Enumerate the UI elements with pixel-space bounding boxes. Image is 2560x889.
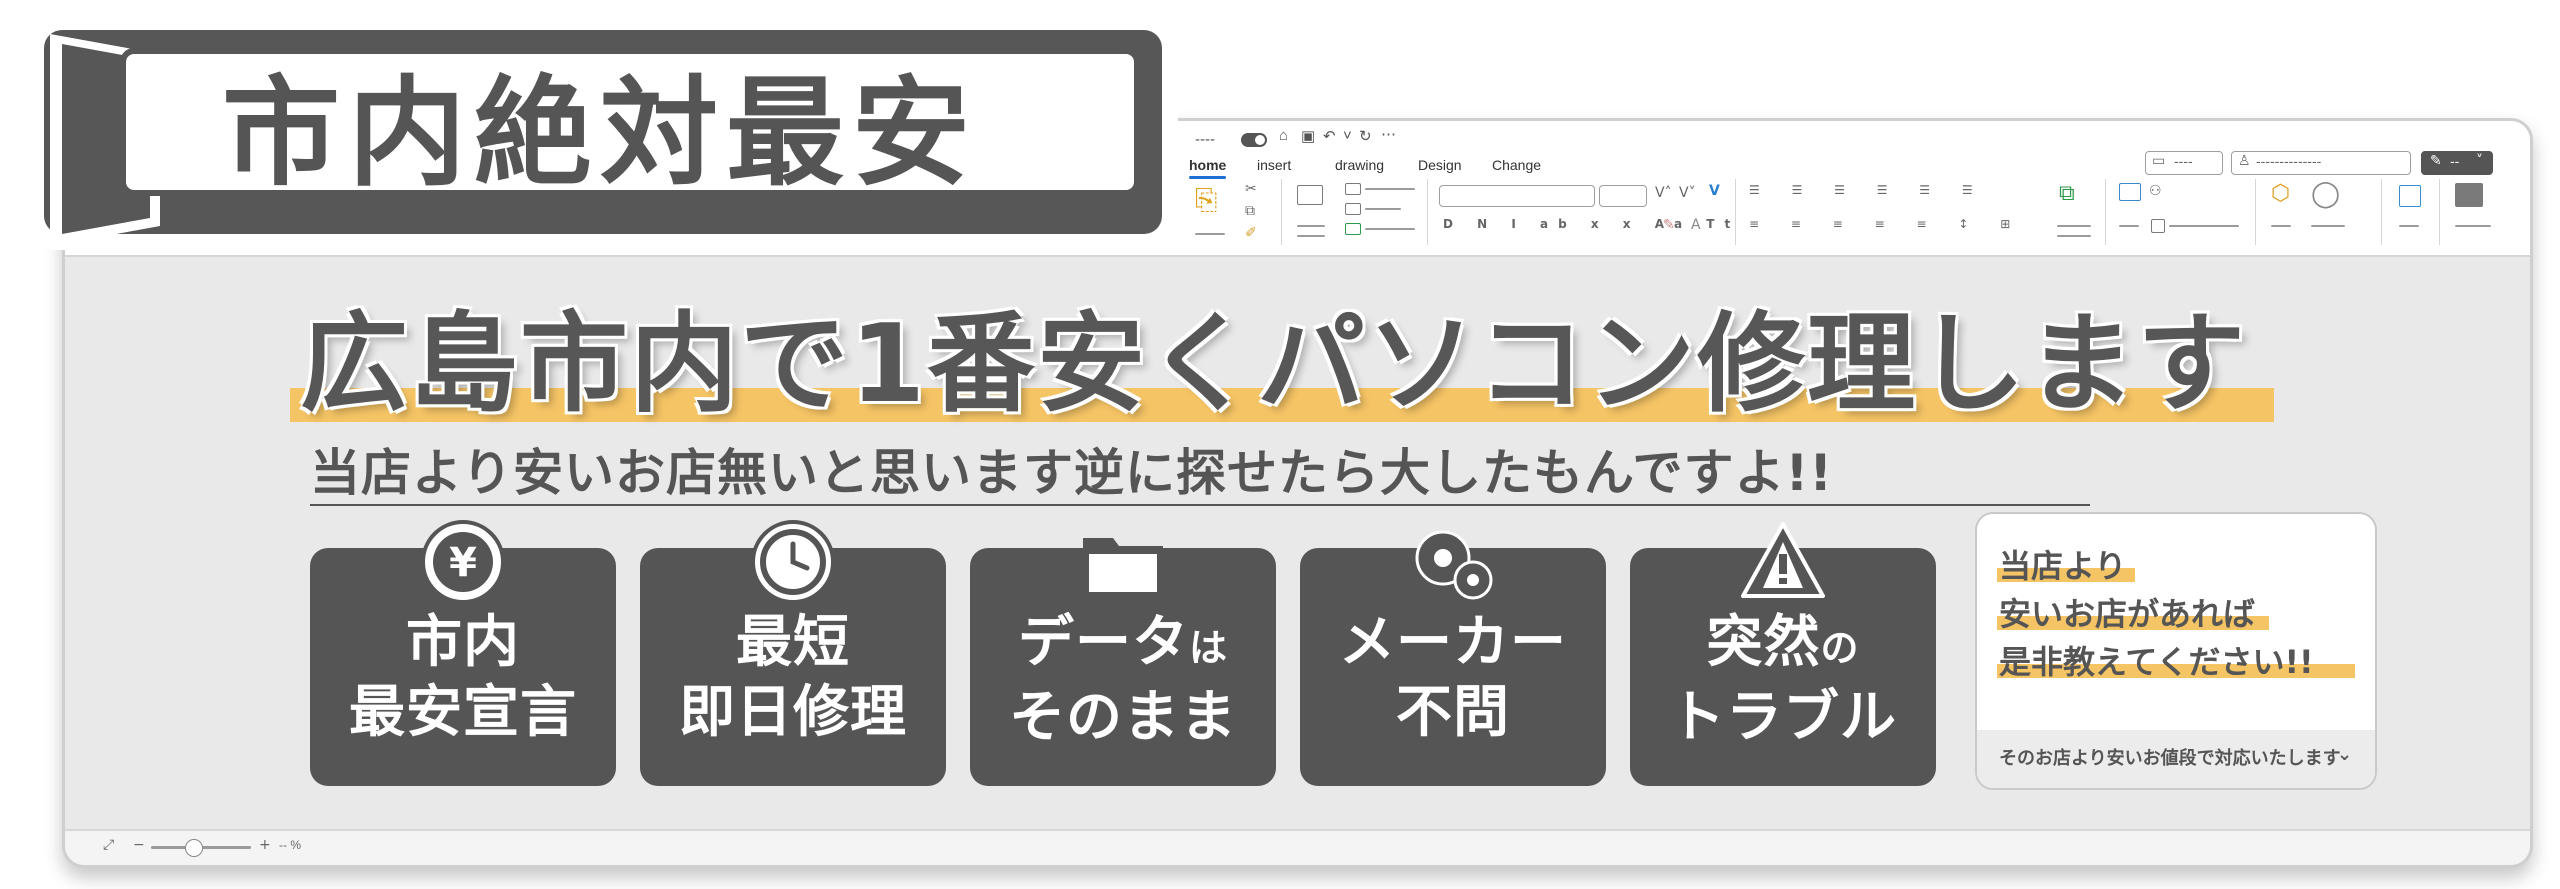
feature-card-same-day: 最短 即日修理	[640, 520, 946, 786]
zoom-out-button[interactable]: −	[133, 837, 145, 853]
font-grow-button[interactable]: V˄	[1655, 185, 1672, 201]
feature-card-label: 市内 最安宣言	[349, 610, 577, 745]
tab-insert[interactable]: insert	[1257, 157, 1291, 173]
share-field-label: --------------	[2256, 153, 2322, 169]
font-shrink-button[interactable]: V˅	[1679, 185, 1696, 201]
font-size-dropdown[interactable]	[1599, 185, 1647, 207]
feature-card-label: 最短 即日修理	[679, 610, 907, 745]
panel-line: 安いお店があれば	[1999, 595, 2256, 633]
format-painter-icon[interactable]: ✐	[1245, 225, 1257, 241]
feature-card-label: メーカー 不問	[1339, 610, 1567, 745]
status-bar: ⤢ − + -- %	[65, 829, 2530, 865]
yen-coin-icon: ¥	[421, 520, 505, 604]
home-icon[interactable]: ⌂	[1279, 127, 1288, 144]
shape-outline-icon[interactable]: ◯	[2311, 179, 2340, 209]
editing-button[interactable]: ✎ -- ˅	[2421, 151, 2493, 175]
folder-icon	[1083, 538, 1163, 598]
font-color-icon[interactable]: A	[1691, 217, 1701, 233]
share-field[interactable]: ♙ --------------	[2231, 151, 2411, 175]
panel-footer-text: そのお店より安いお値段で対応いたします	[1999, 748, 2341, 769]
editing-button-label: --	[2450, 153, 2460, 169]
subheadline-underline	[310, 504, 2090, 506]
feature-card-data-safe: データは そのまま	[970, 538, 1276, 786]
save-icon[interactable]: ▣	[1301, 127, 1315, 145]
add-ins-icon[interactable]	[2455, 183, 2483, 207]
feature-card-label: 突然の トラブル	[1669, 610, 1897, 750]
shapes-icon[interactable]: ⚇	[2149, 183, 2162, 199]
feature-card-lowest-price: ¥ 市内 最安宣言	[310, 520, 616, 786]
layout-icon[interactable]	[1345, 183, 1361, 195]
reset-icon[interactable]	[1345, 203, 1361, 215]
list-buttons[interactable]: ☰ ☰ ☰ ☰ ☰ ☰	[1749, 183, 1987, 197]
paste-icon[interactable]: ⎘	[1195, 183, 1217, 217]
tab-design[interactable]: Design	[1418, 157, 1462, 173]
tab-change[interactable]: Change	[1492, 157, 1541, 173]
zoom-percentage[interactable]: -- %	[279, 838, 301, 852]
designer-icon[interactable]	[2399, 185, 2421, 207]
feature-card-trouble: 突然の トラブル	[1630, 522, 1936, 786]
chevron-down-icon: ˅	[2476, 153, 2483, 169]
editing-icon: ✎	[2430, 153, 2442, 169]
clock-icon	[751, 520, 835, 604]
panel-footer[interactable]: そのお店より安いお値段で対応いたします ⌄	[1977, 730, 2375, 788]
align-buttons[interactable]: ≡ ≡ ≡ ≡ ≡ ↕ ⊞	[1749, 217, 2024, 231]
autosave-label: ----	[1195, 131, 1215, 148]
svg-text:¥: ¥	[449, 540, 477, 586]
highlight-icon[interactable]: ✎	[1663, 217, 1675, 233]
tab-home[interactable]: home	[1189, 157, 1227, 179]
feature-card-label: データは そのまま	[1009, 610, 1237, 750]
feature-card-any-maker: メーカー 不問	[1300, 530, 1606, 786]
undo-icon[interactable]: ↶	[1323, 127, 1336, 145]
headline: 広島市内で1番安くパソコン修理します	[300, 302, 2248, 427]
zoom-in-button[interactable]: +	[259, 837, 271, 853]
warning-icon	[1741, 522, 1825, 598]
comment-button[interactable]: ▭ ----	[2145, 151, 2223, 175]
subheadline: 当店より安いお店無いと思います逆に探せたら大したもんですよ!!	[310, 444, 1834, 502]
page-title: 市内絶対最安	[221, 63, 978, 202]
more-icon[interactable]: ⋯	[1381, 125, 1396, 143]
convert-smartart-icon[interactable]: ⧉	[2059, 181, 2075, 206]
undo-dropdown-icon[interactable]: ˅	[1343, 127, 1352, 144]
autosave-toggle[interactable]	[1241, 133, 1267, 147]
copy-icon[interactable]: ⧉	[1245, 203, 1255, 219]
comment-button-label: ----	[2174, 153, 2193, 169]
redo-icon[interactable]: ↻	[1359, 127, 1372, 145]
panel-line: 是非教えてください!!	[1999, 643, 2314, 681]
person-icon: ♙	[2238, 153, 2251, 169]
font-name-dropdown[interactable]	[1439, 185, 1595, 207]
fit-window-icon[interactable]: ⤢	[103, 837, 114, 853]
section-icon[interactable]	[1345, 223, 1361, 235]
comment-icon: ▭	[2152, 153, 2166, 169]
price-challenge-panel: 当店より 安いお店があれば 是非教えてください!! そのお店より安いお値段で対応…	[1975, 512, 2377, 790]
zoom-slider[interactable]	[151, 839, 251, 857]
new-slide-icon[interactable]	[1297, 185, 1323, 205]
panel-line: 当店より	[1999, 547, 2127, 585]
tab-drawing[interactable]: drawing	[1335, 157, 1384, 173]
cut-icon[interactable]: ✂	[1245, 181, 1257, 197]
arrange-icon[interactable]	[2151, 219, 2165, 233]
shape-fill-icon[interactable]: ⬡	[2271, 181, 2290, 206]
picture-icon[interactable]	[2119, 183, 2141, 201]
clear-format-button[interactable]: V	[1709, 183, 1720, 199]
gears-icon	[1415, 530, 1493, 600]
chevron-down-icon: ⌄	[2337, 744, 2353, 765]
